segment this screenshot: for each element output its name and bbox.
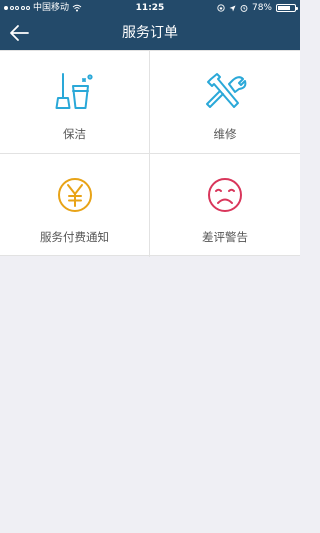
- alarm-icon: [240, 4, 248, 12]
- yen-coin-icon: [53, 173, 97, 217]
- tile-bad-review-warning[interactable]: 差评警告: [150, 154, 300, 257]
- tile-repair[interactable]: 维修: [150, 51, 300, 154]
- repair-tools-icon: [203, 70, 247, 114]
- nav-bar: 服务订单: [0, 16, 300, 50]
- battery-fill: [278, 6, 290, 10]
- status-right: 78%: [217, 0, 298, 16]
- tile-cleaning[interactable]: 保洁: [0, 51, 150, 154]
- battery-percent: 78%: [251, 3, 272, 13]
- battery-icon: [276, 4, 298, 12]
- page-title: 服务订单: [122, 25, 178, 41]
- status-bar: 中国移动 11:25 78%: [0, 0, 300, 16]
- location-arrow-icon: [229, 5, 236, 11]
- tile-label: 差评警告: [202, 230, 248, 244]
- lock-rotation-icon: [217, 4, 225, 12]
- tile-label: 服务付费通知: [40, 230, 109, 244]
- sad-face-icon: [203, 173, 247, 217]
- tile-label: 保洁: [63, 127, 86, 141]
- app-header: 中国移动 11:25 78% 服务订单: [0, 0, 300, 50]
- tile-label: 维修: [213, 127, 237, 141]
- service-grid: 保洁 维修 服务付费通知 差评警告: [0, 50, 300, 257]
- tile-payment-notice[interactable]: 服务付费通知: [0, 154, 150, 257]
- cleaning-icon: [53, 70, 97, 114]
